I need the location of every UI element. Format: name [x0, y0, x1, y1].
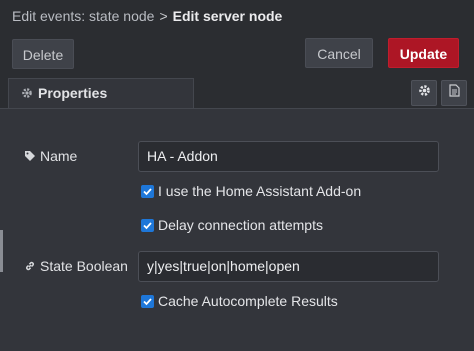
breadcrumb-current: Edit server node [172, 8, 283, 24]
cache-checkbox-label: Cache Autocomplete Results [158, 293, 338, 309]
link-icon [24, 258, 40, 274]
state-boolean-label: State Boolean [24, 258, 128, 274]
tag-icon [24, 148, 40, 164]
breadcrumb-separator: > [159, 8, 168, 24]
breadcrumb-parent[interactable]: Edit events: state node [12, 8, 154, 24]
description-icon [448, 84, 460, 102]
cache-checkbox[interactable] [141, 295, 154, 308]
addon-checkbox-label: I use the Home Assistant Add-on [158, 183, 362, 199]
gear-icon [418, 84, 431, 102]
state-boolean-field[interactable]: y|yes|true|on|home|open [138, 251, 439, 282]
tab-settings-button[interactable] [411, 80, 437, 106]
addon-checkbox[interactable] [141, 185, 154, 198]
delay-checkbox-label: Delay connection attempts [158, 217, 323, 233]
tab-properties[interactable]: Properties [8, 78, 194, 108]
cancel-button[interactable]: Cancel [305, 38, 373, 68]
delay-checkbox-row[interactable]: Delay connection attempts [141, 217, 323, 233]
update-button[interactable]: Update [388, 38, 459, 68]
delay-checkbox[interactable] [141, 219, 154, 232]
addon-checkbox-row[interactable]: I use the Home Assistant Add-on [141, 183, 361, 199]
tab-properties-label: Properties [38, 85, 108, 101]
name-label: Name [24, 148, 77, 164]
breadcrumb: Edit events: state node > Edit server node [0, 0, 474, 32]
name-field[interactable]: HA - Addon [138, 141, 439, 172]
gear-icon [21, 80, 33, 98]
scroll-indicator[interactable] [0, 230, 3, 272]
cache-checkbox-row[interactable]: Cache Autocomplete Results [141, 293, 338, 309]
delete-button[interactable]: Delete [12, 39, 74, 69]
tab-description-button[interactable] [441, 80, 467, 106]
